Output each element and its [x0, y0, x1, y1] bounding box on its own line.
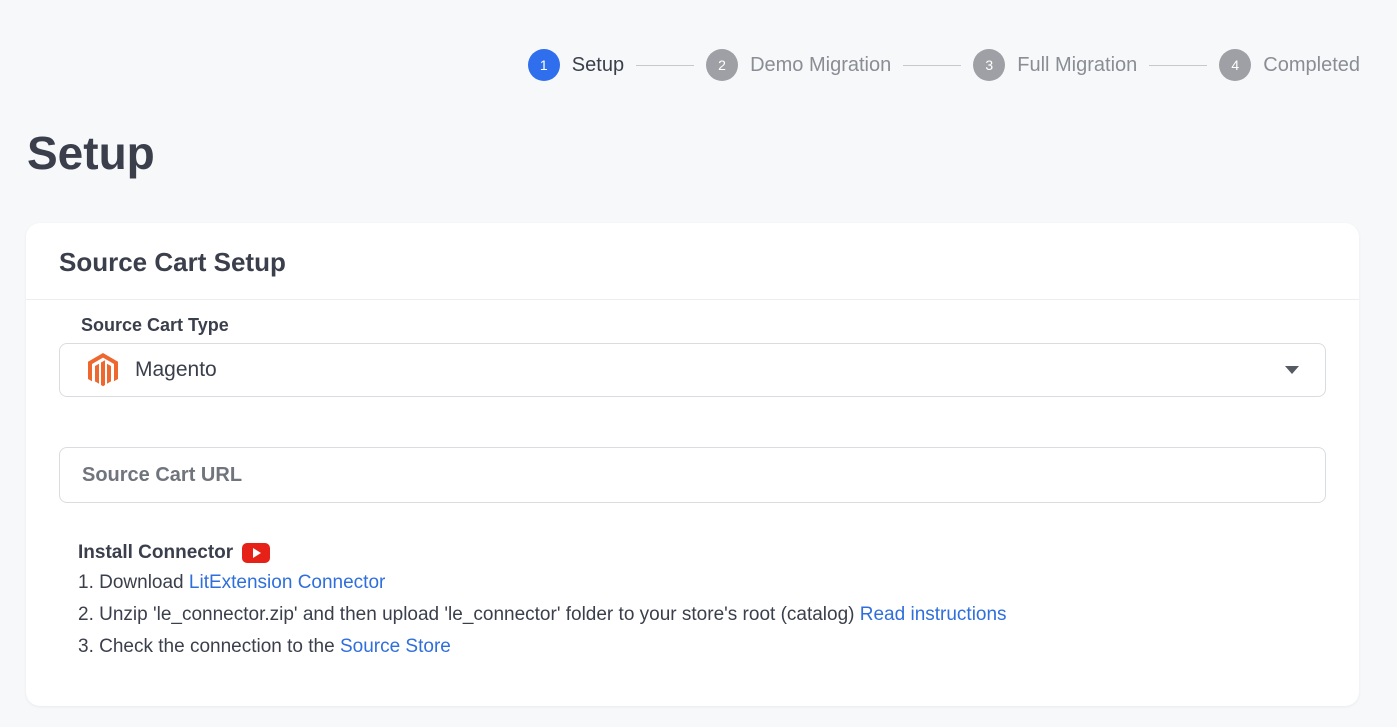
instruction-step-1: 1. Download LitExtension Connector	[78, 567, 1007, 599]
source-cart-setup-card: Source Cart Setup Source Cart Type Magen…	[26, 223, 1359, 706]
step-1-text: 1. Download	[78, 572, 189, 593]
step-number: 1	[527, 49, 560, 81]
step-label: Setup	[571, 53, 625, 76]
card-title: Source Cart Setup	[59, 247, 286, 277]
read-instructions-link[interactable]: Read instructions	[860, 604, 1007, 625]
chevron-down-icon[interactable]	[1285, 366, 1299, 374]
step-connector	[903, 64, 962, 66]
source-cart-url-input[interactable]	[59, 447, 1326, 503]
step-number: 3	[973, 49, 1006, 81]
step-full-migration[interactable]: 3 Full Migration	[973, 49, 1137, 81]
instruction-step-3: 3. Check the connection to the Source St…	[78, 631, 1007, 663]
youtube-icon[interactable]	[242, 543, 271, 563]
step-label: Full Migration	[1017, 53, 1138, 76]
step-connector	[1149, 64, 1208, 66]
step-setup[interactable]: 1 Setup	[527, 49, 625, 81]
install-connector-heading: Install Connector	[78, 542, 234, 563]
card-header: Source Cart Setup	[26, 223, 1359, 300]
step-completed[interactable]: 4 Completed	[1219, 49, 1360, 81]
step-3-text: 3. Check the connection to the	[78, 636, 340, 657]
step-label: Completed	[1263, 53, 1360, 76]
cart-type-select[interactable]: Magento	[59, 343, 1326, 397]
progress-stepper: 1 Setup 2 Demo Migration 3 Full Migratio…	[527, 48, 1360, 82]
cart-type-label: Source Cart Type	[81, 315, 229, 335]
install-connector-instructions: Install Connector 1. Download LitExtensi…	[78, 539, 1007, 663]
instruction-step-2: 2. Unzip 'le_connector.zip' and then upl…	[78, 599, 1007, 631]
step-label: Demo Migration	[750, 53, 892, 76]
step-2-text: 2. Unzip 'le_connector.zip' and then upl…	[78, 604, 860, 625]
step-connector	[636, 64, 695, 66]
install-connector-title: Install Connector	[78, 539, 1007, 567]
step-number: 2	[706, 49, 739, 81]
litextension-connector-link[interactable]: LitExtension Connector	[189, 572, 385, 593]
cart-type-value: Magento	[135, 358, 217, 381]
page-title: Setup	[27, 127, 155, 179]
step-demo-migration[interactable]: 2 Demo Migration	[706, 49, 891, 81]
step-number: 4	[1219, 49, 1252, 81]
source-store-link[interactable]: Source Store	[340, 636, 451, 657]
magento-icon	[86, 352, 120, 388]
